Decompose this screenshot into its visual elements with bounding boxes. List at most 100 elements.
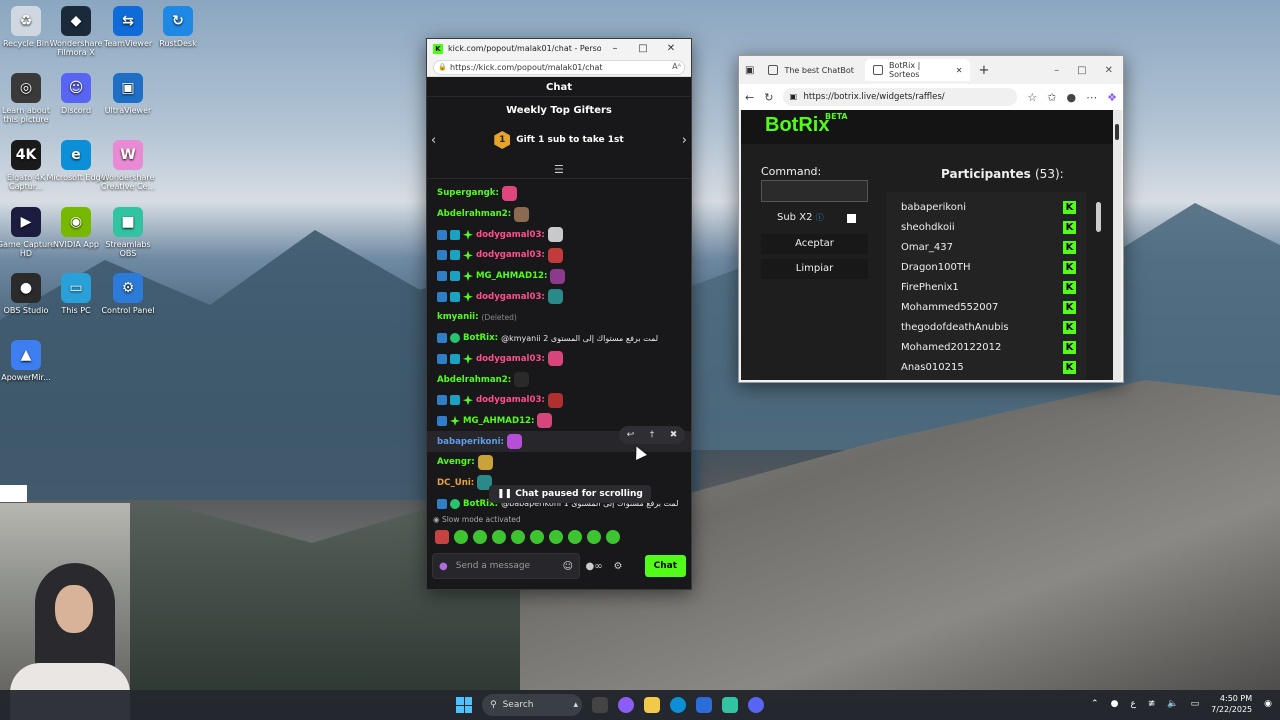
chat-username[interactable]: BotRix: (463, 333, 498, 343)
chat-username[interactable]: dodygamal03: (476, 395, 545, 405)
emote-button[interactable] (568, 530, 582, 544)
emote-button[interactable] (492, 530, 506, 544)
participant-row[interactable]: thegodofdeathAnubis K (886, 317, 1086, 337)
chat-username[interactable]: dodygamal03: (476, 230, 545, 240)
chat-username[interactable]: Abdelrahman2: (437, 375, 511, 385)
desktop-icon[interactable]: ⚙ Control Panel (96, 273, 160, 315)
emote-button[interactable] (454, 530, 468, 544)
emoji-icon[interactable]: ☺ (563, 561, 573, 572)
favorites-icon[interactable]: ✩ (1047, 91, 1056, 104)
copilot-icon[interactable] (618, 697, 634, 713)
chat-username[interactable]: MG_AHMAD12: (476, 271, 547, 281)
chat-username[interactable]: kmyanii: (437, 312, 479, 322)
participant-row[interactable]: Mohamed20122012 K (886, 337, 1086, 357)
accept-button[interactable]: Aceptar (761, 234, 868, 254)
close-button[interactable]: ✕ (1105, 65, 1113, 76)
file-explorer-icon[interactable] (644, 697, 660, 713)
participants-list[interactable]: babaperikoni Ksheohdkoii K Omar_437 K Dragon1… (886, 192, 1086, 380)
participants-scrollbar[interactable] (1095, 192, 1103, 380)
chat-username[interactable]: babaperikoni: (437, 437, 504, 447)
emote-button[interactable] (435, 530, 449, 544)
chevron-right-icon[interactable]: › (682, 133, 687, 148)
chat-input[interactable]: ● Send a message ☺ (432, 553, 580, 579)
tab-actions-icon[interactable]: ▣ (745, 65, 754, 76)
chat-username[interactable]: dodygamal03: (476, 292, 545, 302)
browser-url-field[interactable]: https://botrix.live/widgets/raffles/ (783, 88, 1018, 106)
close-button[interactable]: ✕ (657, 43, 685, 54)
more-menu-icon[interactable]: ⋯ (1086, 91, 1097, 104)
maximize-button[interactable]: □ (1077, 65, 1086, 76)
send-chat-button[interactable]: Chat (644, 555, 686, 577)
participant-row[interactable]: Dragon100TH K (886, 257, 1086, 277)
clock[interactable]: 4:50 PM 7/22/2025 (1211, 693, 1252, 715)
emote-button[interactable] (473, 530, 487, 544)
new-tab-icon[interactable]: + (978, 63, 989, 78)
start-button[interactable] (456, 697, 472, 713)
participant-row[interactable]: Mohammed552007 K (886, 297, 1086, 317)
volume-icon[interactable]: 🔈 (1167, 699, 1178, 709)
chat-message[interactable]: MG_AHMAD12: (437, 266, 681, 287)
points-icon[interactable]: ●∞ (584, 561, 604, 572)
chat-message[interactable]: dodygamal03: (437, 245, 681, 266)
participant-row[interactable]: Anas010215 K (886, 357, 1086, 377)
tab-chatbot[interactable]: The best ChatBot (760, 59, 865, 81)
desktop-icon[interactable]: ▣ UltraViewer (96, 73, 160, 115)
chevron-up-icon[interactable]: ⌃ (1091, 699, 1099, 709)
settings-gear-icon[interactable]: ⚙ (608, 561, 628, 572)
chat-message[interactable]: dodygamal03: (437, 224, 681, 245)
participant-row[interactable]: babaperikoni K (886, 197, 1086, 217)
chat-paused-button[interactable]: ❚❚ Chat paused for scrolling (489, 485, 651, 503)
mic-icon[interactable]: ● (439, 561, 448, 572)
chat-message[interactable]: Abdelrahman2: (437, 204, 681, 225)
collapse-icon[interactable]: ☰ (554, 163, 564, 176)
mic-icon[interactable]: ● (1111, 699, 1119, 709)
back-icon[interactable]: ← (745, 91, 754, 104)
minimize-button[interactable]: – (601, 43, 629, 54)
taskbar-search[interactable]: ⚲ Search ▴ (482, 694, 582, 716)
chat-username[interactable]: MG_AHMAD12: (463, 416, 534, 426)
language-indicator[interactable]: ع (1130, 699, 1135, 709)
emote-button[interactable] (587, 530, 601, 544)
chat-message[interactable]: Abdelrahman2: (437, 369, 681, 390)
emote-button[interactable] (530, 530, 544, 544)
chat-message[interactable]: dodygamal03: (437, 286, 681, 307)
chat-username[interactable]: Supergangk: (437, 188, 499, 198)
delete-icon[interactable]: ✖ (670, 430, 678, 440)
command-input[interactable] (761, 180, 868, 202)
reader-mode-icon[interactable]: Aᴬ (672, 62, 681, 71)
discord-icon[interactable] (748, 697, 764, 713)
store-icon[interactable] (696, 697, 712, 713)
clear-button[interactable]: Limpiar (761, 259, 868, 279)
participant-row[interactable]: Omar_437 K (886, 237, 1086, 257)
chat-message[interactable]: dodygamal03: (437, 390, 681, 411)
chat-message[interactable]: kmyanii: (Deleted) (437, 307, 681, 328)
edge-icon[interactable] (670, 697, 686, 713)
emote-button[interactable] (606, 530, 620, 544)
sub-x2-checkbox[interactable] (847, 214, 856, 223)
task-view-icon[interactable] (592, 697, 608, 713)
chat-message[interactable]: BotRix: @kmyanii 2 لمت برفع مستواك إلى ال… (437, 328, 681, 349)
chat-url-field[interactable]: https://kick.com/popout/malak01/chat (433, 60, 685, 75)
notifications-icon[interactable]: ◉ (1264, 699, 1272, 709)
favorite-star-icon[interactable]: ☆ (1027, 91, 1037, 104)
page-scrollbar[interactable] (1113, 110, 1121, 380)
chat-message[interactable]: dodygamal03: (437, 349, 681, 370)
pin-icon[interactable]: † (650, 430, 655, 440)
chat-username[interactable]: Avengr: (437, 457, 475, 467)
participant-row[interactable]: FirePhenix1 K (886, 277, 1086, 297)
close-tab-icon[interactable]: ✕ (956, 66, 963, 75)
wifi-icon[interactable]: ≇ (1148, 699, 1156, 709)
chat-username[interactable]: Abdelrahman2: (437, 209, 511, 219)
chat-username[interactable]: dodygamal03: (476, 354, 545, 364)
info-icon[interactable]: ⓘ (816, 213, 824, 222)
maximize-button[interactable]: □ (629, 43, 657, 54)
reply-icon[interactable]: ↩ (627, 430, 635, 440)
minimize-button[interactable]: – (1054, 65, 1059, 76)
chat-message[interactable]: Supergangk: (437, 183, 681, 204)
chat-username[interactable]: dodygamal03: (476, 250, 545, 260)
chevron-left-icon[interactable]: ‹ (431, 133, 436, 148)
chat-messages[interactable]: Supergangk: Abdelrahman2: dodygamal03: dody… (427, 179, 691, 513)
streamlabs-icon[interactable] (722, 697, 738, 713)
refresh-icon[interactable]: ↻ (764, 91, 773, 104)
desktop-icon[interactable]: ■ Streamlabs OBS (96, 207, 160, 258)
